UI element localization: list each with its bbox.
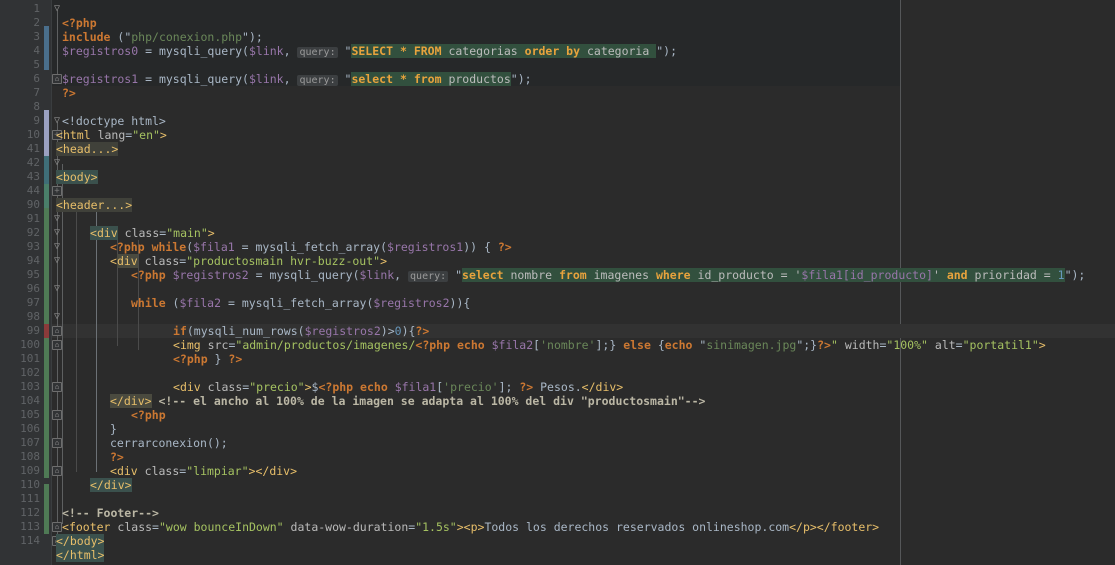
code-line[interactable]: ?> [0,436,1115,464]
code-line[interactable]: <?php $registros2 = mysqli_query($link, … [0,254,1115,282]
code-line[interactable]: <?php while($fila1 = mysqli_fetch_array(… [0,226,1115,254]
code-line[interactable]: $registros0 = mysqli_query($link, query:… [0,30,1115,58]
code-line[interactable]: <div class="main"> [0,212,1115,240]
code-line[interactable]: </div> [0,464,1115,492]
code-line[interactable]: <!-- Footer--> [0,492,1115,520]
code-line[interactable]: <?php [0,2,1115,30]
code-line[interactable]: </body> [0,520,1115,548]
code-line-empty[interactable] [0,170,1115,184]
code-line[interactable]: </div> <!-- el ancho al 100% de la image… [0,380,1115,408]
code-line[interactable]: <div class="precio">$<?php echo $fila1['… [0,366,1115,394]
code-line-current[interactable]: <img src="admin/productos/imagenes/<?php… [0,324,1115,352]
code-line[interactable]: ?> [0,72,1115,100]
code-line[interactable]: <?php } ?> [0,338,1115,366]
code-line[interactable]: <div class="limpiar"></div> [0,450,1115,478]
code-line[interactable]: <header...> [0,184,1115,212]
code-line[interactable]: include ("php/conexion.php"); [0,16,1115,44]
code-line-empty[interactable] [0,268,1115,282]
code-line-empty[interactable] [0,44,1115,58]
code-line[interactable]: $registros1 = mysqli_query($link, query:… [0,58,1115,86]
code-line-empty[interactable] [0,352,1115,366]
code-line[interactable]: cerrarconexion(); [0,422,1115,450]
code-line[interactable]: <footer class="wow bounceInDown" data-wo… [0,506,1115,534]
code-line[interactable]: <body> [0,156,1115,184]
html-tag-html-close: </html> [56,548,105,562]
code-line[interactable]: <head...> [0,128,1115,156]
code-line[interactable]: } [0,408,1115,436]
code-line-empty[interactable] [0,142,1115,156]
code-line-empty[interactable] [0,198,1115,212]
code-line-empty[interactable] [0,478,1115,492]
code-line-empty[interactable] [0,296,1115,310]
code-line[interactable]: while ($fila2 = mysqli_fetch_array($regi… [0,282,1115,310]
code-line[interactable]: <?php [0,394,1115,422]
code-line[interactable]: <!doctype html> [0,100,1115,128]
code-line[interactable]: <html lang="en"> [0,114,1115,142]
code-line-empty[interactable] [0,86,1115,100]
code-editor[interactable]: 1 2 3 4 5 6 7 8 9 10 41 42 43 44 90 91 92 93 94 95 96 97 98 99 1… [0,0,1115,565]
code-line[interactable]: <div class="productosmain hvr-buzz-out"> [0,240,1115,268]
code-line[interactable]: </html> [0,534,1115,562]
code-line[interactable]: if(mysqli_num_rows($registros2)>0){?> [0,310,1115,338]
